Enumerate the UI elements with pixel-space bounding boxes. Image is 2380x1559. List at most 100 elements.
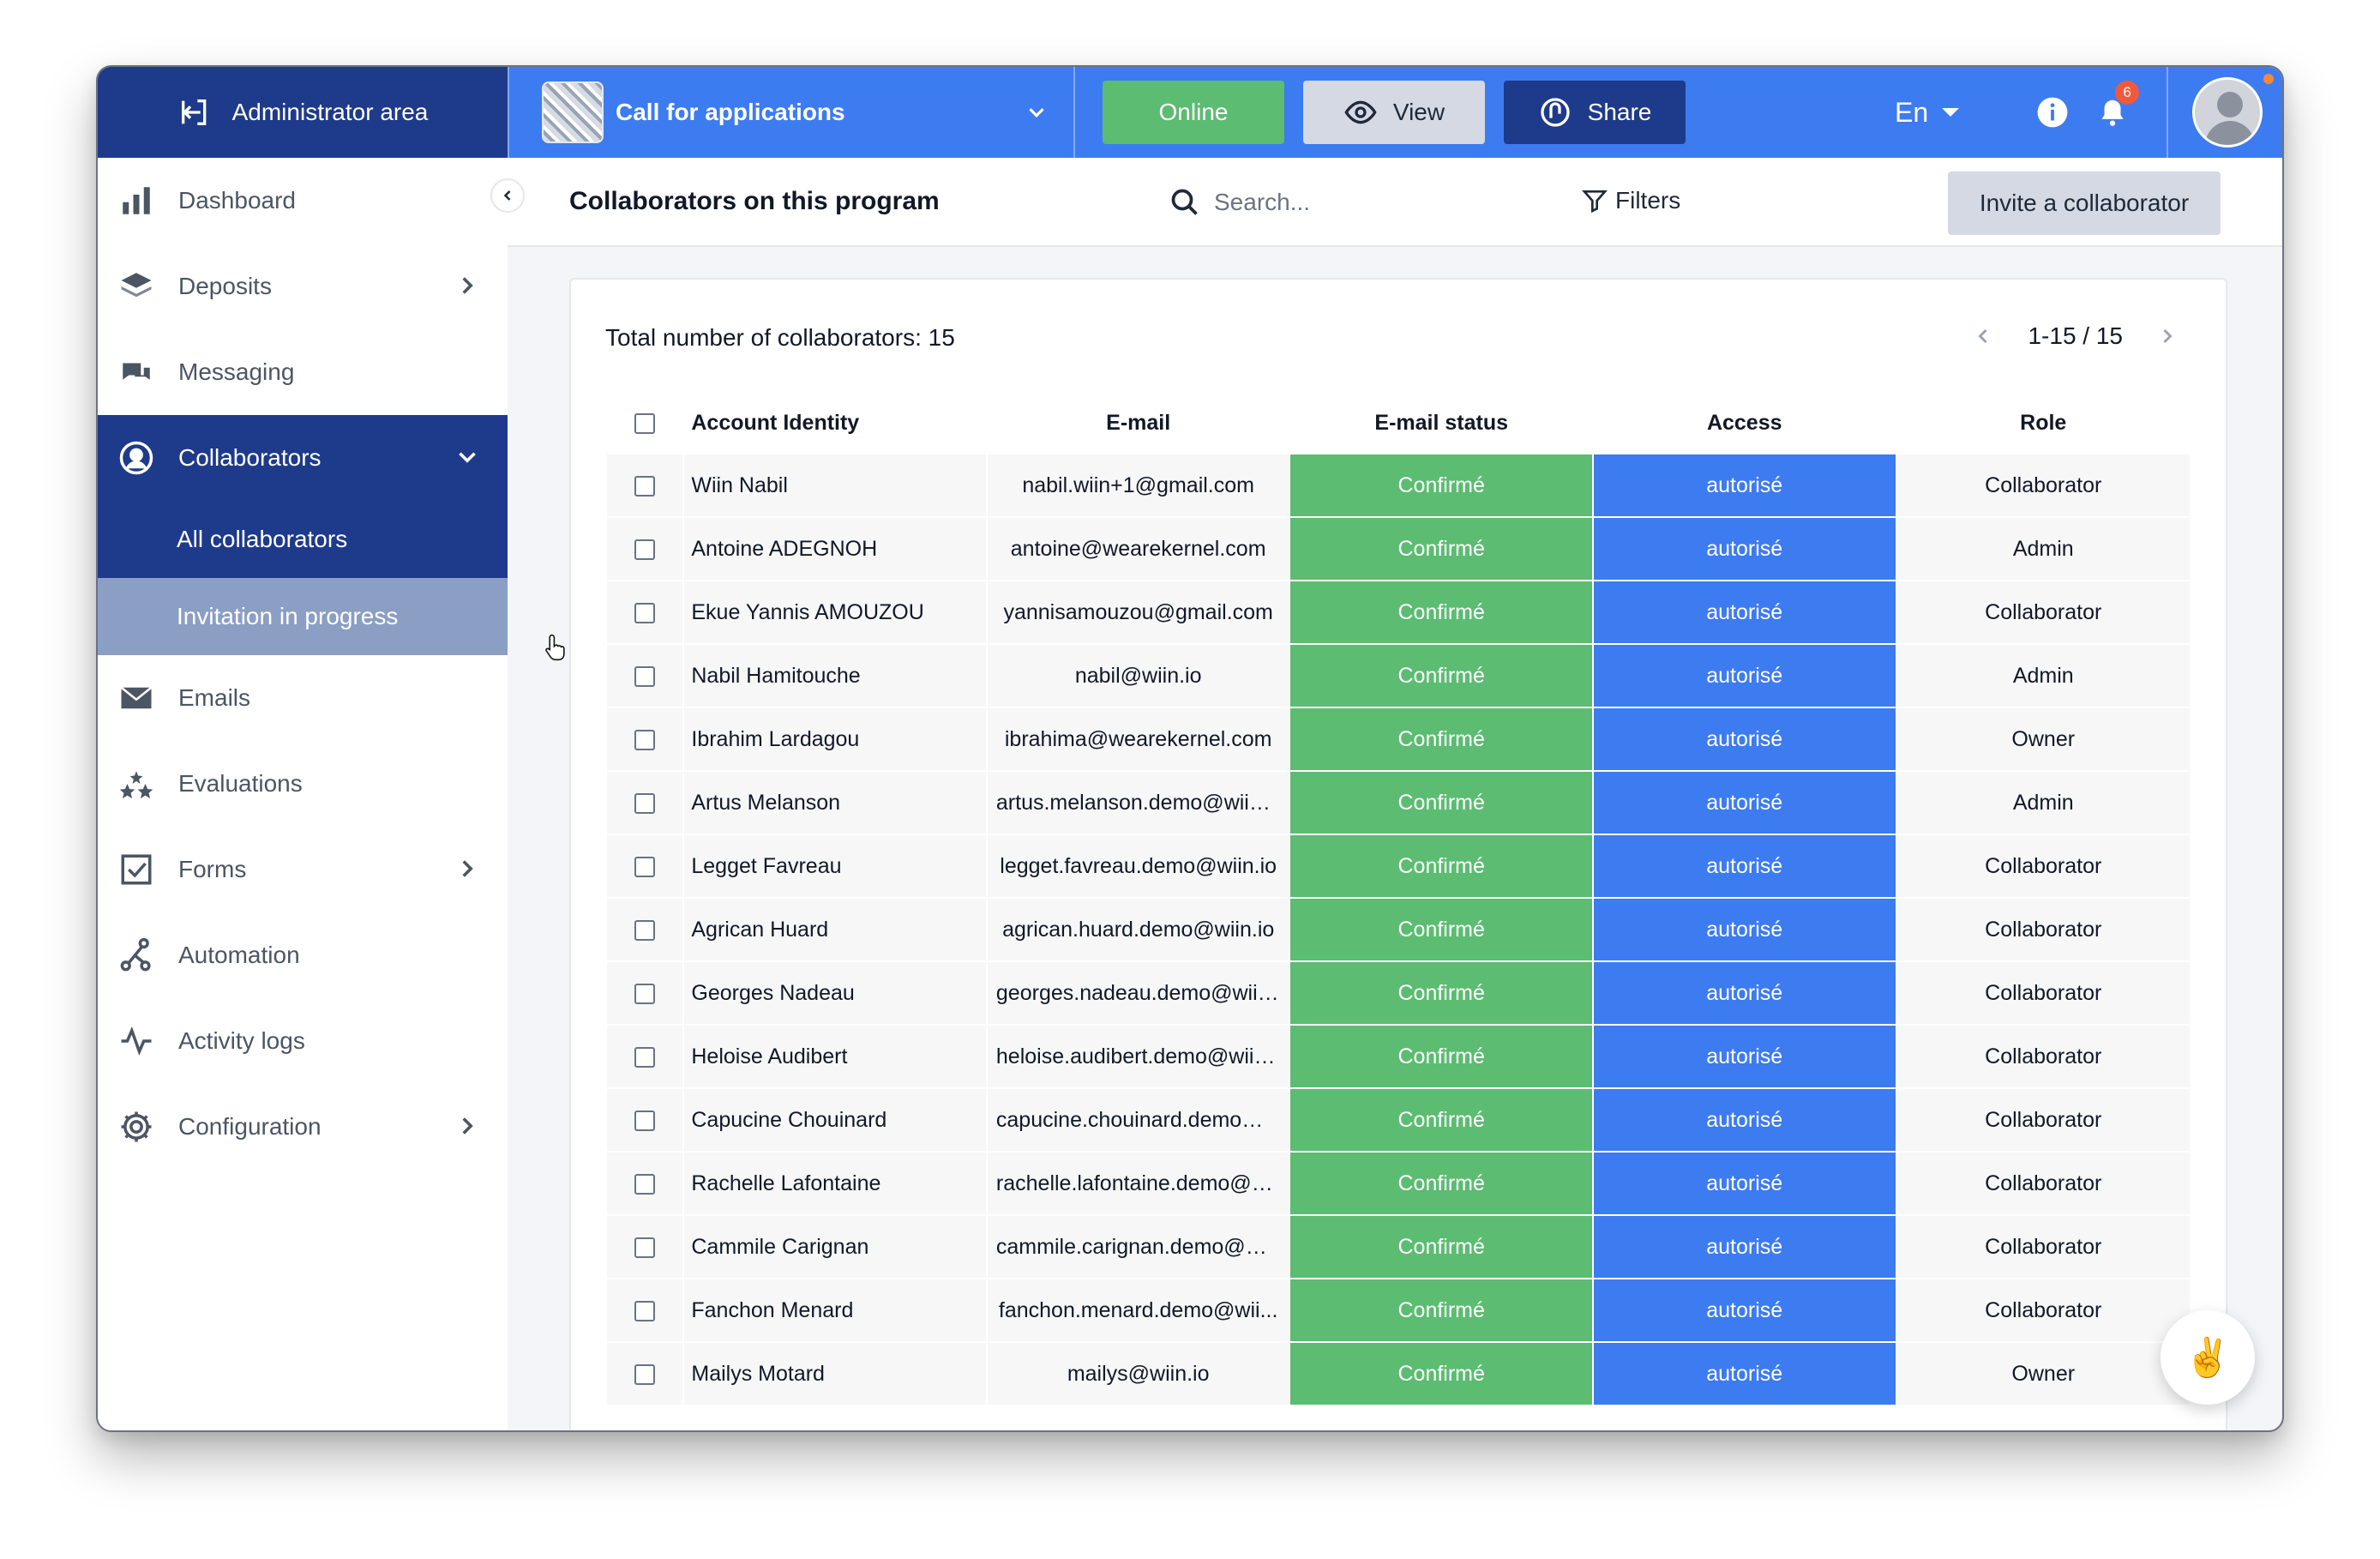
sidebar-subitem-invitation-in-progress[interactable]: Invitation in progress [98, 578, 508, 655]
email-cell: agrican.huard.demo@wiin.io [987, 899, 1289, 960]
row-checkbox[interactable] [634, 919, 656, 941]
row-checkbox[interactable] [634, 602, 656, 623]
sidebar-item-automation[interactable]: Automation [98, 912, 508, 998]
collaborators-table: Account Identity E-mail E-mail status Ac… [605, 391, 2191, 1406]
table-row[interactable]: Georges Nadeau georges.nadeau.demo@wiin..… [607, 962, 2190, 1024]
filters-label: Filters [1615, 187, 1681, 214]
column-header-role[interactable]: Role [1897, 393, 2191, 453]
row-checkbox[interactable] [634, 856, 656, 877]
sidebar-item-configuration[interactable]: Configuration [98, 1084, 508, 1170]
chevron-right-icon[interactable] [2155, 324, 2179, 348]
status-dot [2263, 74, 2274, 84]
search-input[interactable]: Search... [1169, 187, 1310, 218]
role-cell: Collaborator [1896, 1279, 2190, 1341]
table-row[interactable]: Nabil Hamitouche nabil@wiin.io Confirmé aut… [607, 645, 2190, 707]
table-row[interactable]: Artus Melanson artus.melanson.demo@wiin..… [607, 772, 2190, 834]
table-row[interactable]: Agrican Huard agrican.huard.demo@wiin.io C… [607, 899, 2190, 960]
filters-button[interactable]: Filters [1581, 187, 1680, 214]
sidebar-item-label: Forms [178, 856, 247, 882]
column-header-access[interactable]: Access [1594, 393, 1896, 453]
account-identity-cell: Agrican Huard [684, 899, 986, 960]
row-checkbox[interactable] [634, 1110, 656, 1131]
row-checkbox[interactable] [634, 1173, 656, 1195]
row-checkbox[interactable] [634, 983, 656, 1004]
column-header-email-status[interactable]: E-mail status [1290, 393, 1592, 453]
sidebar-item-label: Deposits [178, 273, 272, 299]
page-title: Collaborators on this program [569, 187, 940, 215]
sidebar-item-deposits[interactable]: Deposits [98, 244, 508, 329]
language-selector[interactable]: En [1895, 97, 1960, 129]
table-row[interactable]: Legget Favreau legget.favreau.demo@wiin.i… [607, 835, 2190, 897]
access-cell: autorisé [1593, 1279, 1896, 1341]
invite-collaborator-button[interactable]: Invite a collaborator [1948, 172, 2221, 235]
main-content: Collaborators on this program Search... … [508, 158, 2282, 1430]
victory-hand-icon[interactable]: ✌️ [2161, 1310, 2255, 1405]
role-cell: Admin [1896, 772, 2190, 834]
account-identity-cell: Mailys Motard [684, 1343, 986, 1405]
account-identity-cell: Antoine ADEGNOH [684, 518, 986, 580]
row-select-cell [607, 454, 683, 516]
chevron-left-icon[interactable] [1971, 324, 1995, 348]
table-row[interactable]: Wiin Nabil nabil.wiin+1@gmail.com Confirmé… [607, 454, 2190, 516]
table-row[interactable]: Antoine ADEGNOH antoine@wearekernel.com Co… [607, 518, 2190, 580]
share-label: Share [1587, 99, 1652, 125]
column-header-email[interactable]: E-mail [988, 393, 1289, 453]
bell-icon[interactable]: 6 [2096, 81, 2140, 129]
sidebar-item-forms[interactable]: Forms [98, 827, 508, 912]
row-checkbox[interactable] [634, 1046, 656, 1068]
avatar-area [2167, 67, 2263, 158]
row-select-cell [607, 581, 683, 643]
row-checkbox[interactable] [634, 539, 656, 560]
sidebar-item-messaging[interactable]: Messaging [98, 329, 508, 415]
app-window: Administrator area Call for applications… [96, 65, 2284, 1432]
row-checkbox[interactable] [634, 1237, 656, 1258]
row-checkbox[interactable] [634, 1300, 656, 1321]
view-button[interactable]: View [1303, 81, 1485, 144]
bar-chart-icon [118, 183, 154, 219]
row-checkbox[interactable] [634, 1363, 656, 1385]
row-select-cell [607, 1216, 683, 1278]
account-identity-cell: Heloise Audibert [684, 1026, 986, 1087]
sidebar-item-label: Collaborators [178, 444, 322, 471]
table-row[interactable]: Ekue Yannis AMOUZOU yannisamouzou@gmail.c… [607, 581, 2190, 643]
program-thumbnail [542, 81, 604, 143]
online-button[interactable]: Online [1103, 81, 1284, 144]
table-row[interactable]: Ibrahim Lardagou ibrahima@wearekernel.com… [607, 708, 2190, 770]
info-icon[interactable] [2036, 96, 2069, 129]
access-cell: autorisé [1593, 708, 1896, 770]
row-select-cell [607, 1089, 683, 1151]
sidebar-item-activity-logs[interactable]: Activity logs [98, 998, 508, 1084]
account-identity-cell: Ibrahim Lardagou [684, 708, 986, 770]
share-button[interactable]: Share [1504, 81, 1686, 144]
column-header-account-identity[interactable]: Account Identity [684, 393, 986, 453]
sidebar-item-emails[interactable]: Emails [98, 655, 508, 741]
email-status-cell: Confirmé [1290, 454, 1592, 516]
sidebar-item-evaluations[interactable]: Evaluations [98, 741, 508, 827]
sidebar-item-dashboard[interactable]: Dashboard [98, 158, 508, 244]
program-selector[interactable]: Call for applications [508, 67, 1075, 158]
select-all-checkbox[interactable] [634, 412, 656, 434]
account-identity-cell: Nabil Hamitouche [684, 645, 986, 707]
collapse-sidebar-button[interactable] [490, 178, 525, 213]
checkbox-icon [118, 852, 154, 888]
table-row[interactable]: Rachelle Lafontaine rachelle.lafontaine.d… [607, 1153, 2190, 1214]
table-row[interactable]: Capucine Chouinard capucine.chouinard.dem… [607, 1089, 2190, 1151]
row-checkbox[interactable] [634, 665, 656, 687]
email-status-cell: Confirmé [1290, 1343, 1592, 1405]
email-cell: nabil@wiin.io [987, 645, 1289, 707]
email-cell: legget.favreau.demo@wiin.io [987, 835, 1289, 897]
sidebar-item-label: Dashboard [178, 187, 296, 214]
table-row[interactable]: Heloise Audibert heloise.audibert.demo@wi… [607, 1026, 2190, 1087]
sidebar-item-collaborators[interactable]: Collaborators [98, 415, 508, 501]
table-row[interactable]: Cammile Carignan cammile.carignan.demo@wi… [607, 1216, 2190, 1278]
sidebar-subitem-all-collaborators[interactable]: All collaborators [98, 501, 508, 578]
table-row[interactable]: Mailys Motard mailys@wiin.io Confirmé autor… [607, 1343, 2190, 1405]
content-header: Collaborators on this program Search... … [508, 158, 2282, 247]
row-checkbox[interactable] [634, 792, 656, 814]
access-cell: autorisé [1593, 772, 1896, 834]
avatar[interactable] [2192, 77, 2263, 147]
row-checkbox[interactable] [634, 475, 656, 497]
row-checkbox[interactable] [634, 729, 656, 750]
table-row[interactable]: Fanchon Menard fanchon.menard.demo@wii...… [607, 1279, 2190, 1341]
administrator-area-button[interactable]: Administrator area [98, 67, 508, 158]
